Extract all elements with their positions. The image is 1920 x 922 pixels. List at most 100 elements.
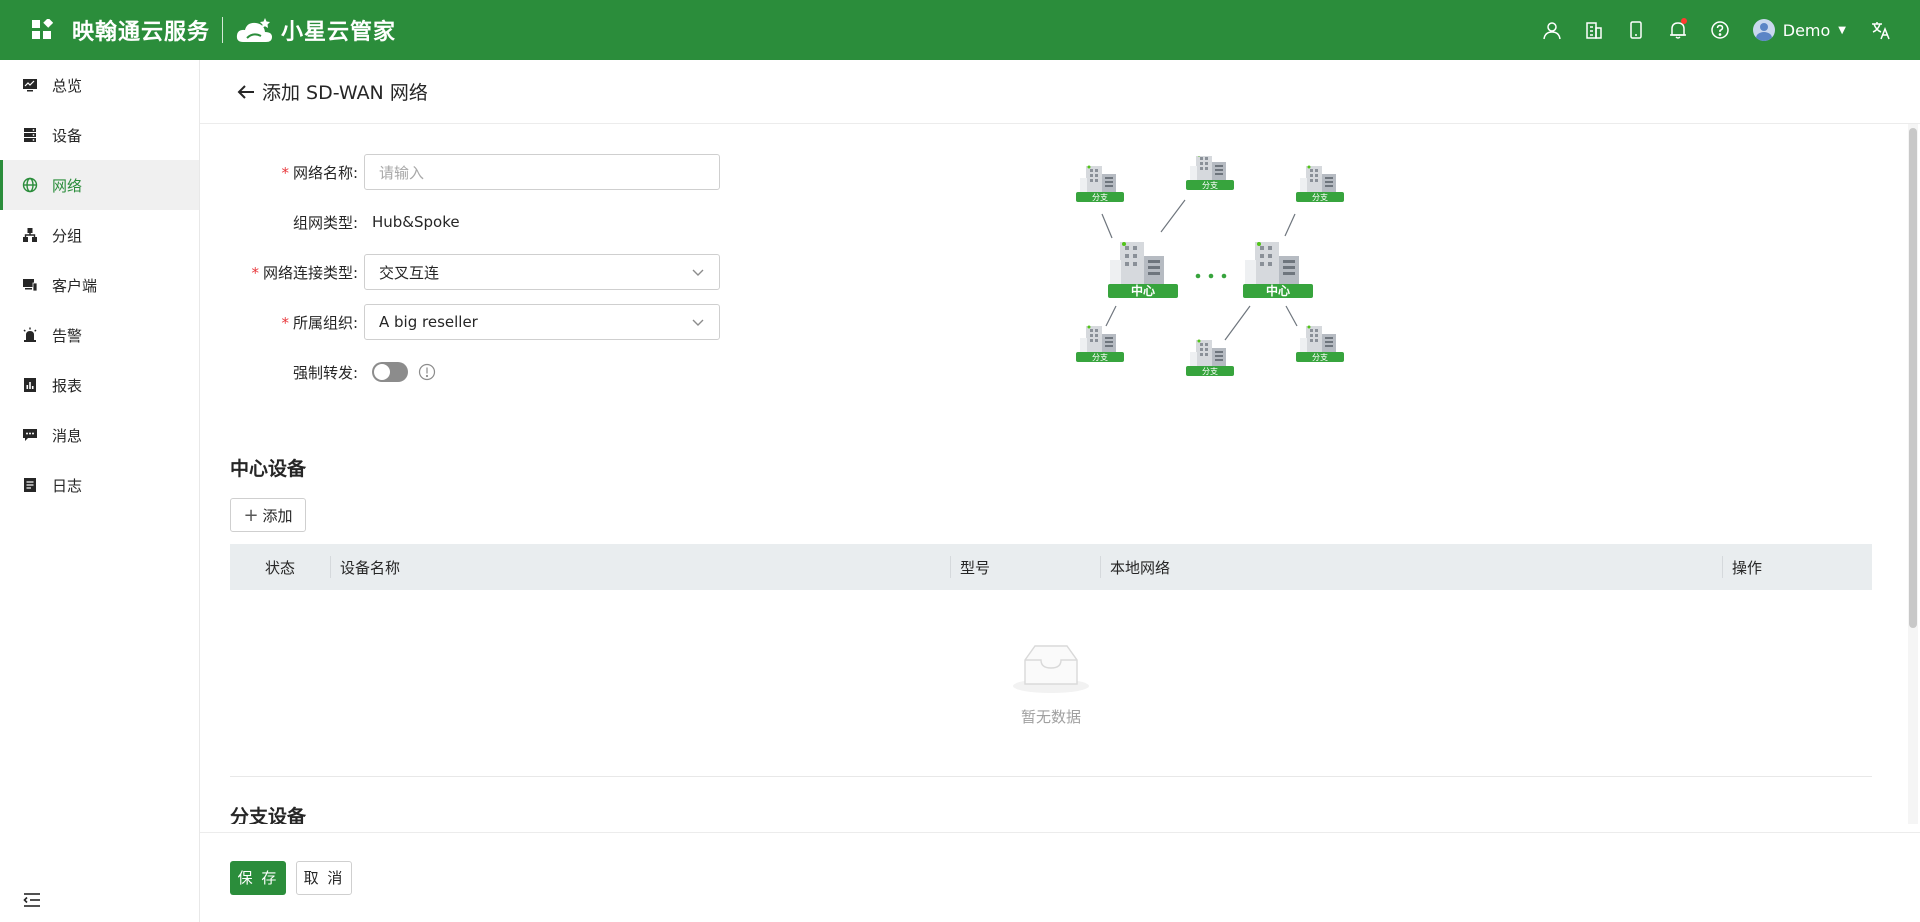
empty-state: 暂无数据 xyxy=(230,590,1872,776)
organization-label: * 所属组织: xyxy=(281,313,358,332)
sidebar-item-clients[interactable]: 客户端 xyxy=(0,260,199,310)
network-type-label: 组网类型: xyxy=(292,213,358,232)
branch-label: 分支 xyxy=(1092,192,1108,202)
user-menu[interactable]: Demo ▼ xyxy=(1752,19,1846,41)
required-mark: * xyxy=(281,163,289,182)
connection-type-select[interactable]: 交叉互连 xyxy=(364,254,720,290)
network-name-label: * 网络名称: xyxy=(281,163,358,182)
sidebar-item-messages[interactable]: 消息 xyxy=(0,410,199,460)
column-local-network: 本地网络 xyxy=(1100,544,1722,590)
sidebar-item-network[interactable]: 网络 xyxy=(0,160,199,210)
apps-grid-icon[interactable] xyxy=(22,0,62,60)
topology-diagram: 分支 分支 分支 分支 分支 分支 中心 中心 xyxy=(1060,153,1360,396)
hub-devices-table-header: 状态 设备名称 型号 本地网络 操作 xyxy=(230,544,1872,590)
sidebar-item-label: 客户端 xyxy=(52,276,98,295)
message-icon xyxy=(22,427,38,443)
brand-separator xyxy=(222,17,224,43)
cloud-logo-icon xyxy=(235,16,275,44)
help-icon[interactable] xyxy=(1699,0,1741,60)
monitor-icon xyxy=(22,77,38,93)
required-mark: * xyxy=(281,313,289,332)
translate-icon[interactable] xyxy=(1860,0,1902,60)
sidebar-item-reports[interactable]: 报表 xyxy=(0,360,199,410)
sidebar-item-label: 日志 xyxy=(52,476,83,495)
sidebar-item-label: 分组 xyxy=(52,226,83,245)
organization-row: * 所属组织: A big reseller xyxy=(200,304,720,340)
sidebar-item-label: 网络 xyxy=(52,176,83,195)
branch-label: 分支 xyxy=(1312,192,1328,202)
branch-label: 分支 xyxy=(1092,352,1108,362)
sidebar-item-groups[interactable]: 分组 xyxy=(0,210,199,260)
network-type-row: 组网类型: Hub&Spoke xyxy=(200,204,460,240)
form-footer: 保 存 取 消 xyxy=(200,832,1920,922)
chevron-down-icon xyxy=(691,265,705,279)
page-title: 添加 SD-WAN 网络 xyxy=(262,82,428,104)
globe-icon xyxy=(22,177,38,193)
sidebar-item-overview[interactable]: 总览 xyxy=(0,60,199,110)
devices-icon xyxy=(22,277,38,293)
add-hub-device-button[interactable]: + 添加 xyxy=(230,498,306,532)
mobile-icon[interactable] xyxy=(1615,0,1657,60)
main-content: 添加 SD-WAN 网络 * 网络名称: 请输入 组网类型: Hub&Spoke … xyxy=(200,60,1920,922)
notification-dot xyxy=(1680,18,1687,24)
top-bar: 映翰通云服务 小星云管家 Demo ▼ xyxy=(0,0,1920,60)
sidebar-item-logs[interactable]: 日志 xyxy=(0,460,199,510)
server-icon xyxy=(22,127,38,143)
form-scroll-area: * 网络名称: 请输入 组网类型: Hub&Spoke * 网络连接类型: 交叉互连… xyxy=(200,124,1900,824)
username: Demo xyxy=(1782,20,1831,40)
user-icon[interactable] xyxy=(1531,0,1573,60)
alarm-icon xyxy=(22,327,38,343)
branch-label: 分支 xyxy=(1202,366,1218,376)
page-header: 添加 SD-WAN 网络 xyxy=(200,60,1920,124)
branch-label: 分支 xyxy=(1312,352,1328,362)
report-icon xyxy=(22,377,38,393)
sidebar-item-label: 告警 xyxy=(52,326,83,345)
hub-label: 中心 xyxy=(1266,283,1290,298)
header-actions: Demo ▼ xyxy=(1531,0,1902,60)
branch-label: 分支 xyxy=(1202,180,1218,190)
section-divider xyxy=(230,776,1872,777)
connection-type-label: * 网络连接类型: xyxy=(251,263,358,282)
hub-devices-title: 中心设备 xyxy=(230,458,307,480)
product-name: 小星云管家 xyxy=(281,20,397,45)
sidebar-item-label: 报表 xyxy=(52,376,83,395)
add-label: 添加 xyxy=(262,506,293,525)
connection-type-value: 交叉互连 xyxy=(379,263,440,282)
column-model: 型号 xyxy=(950,544,1100,590)
caret-down-icon: ▼ xyxy=(1838,24,1846,36)
sidebar: 总览 设备 网络 分组 客户端 告警 报表 消息 日志 xyxy=(0,60,200,922)
vertical-scrollbar[interactable] xyxy=(1908,124,1918,824)
empty-text: 暂无数据 xyxy=(1020,707,1081,726)
network-name-input[interactable]: 请输入 xyxy=(364,154,720,190)
organization-value: A big reseller xyxy=(379,313,478,331)
cancel-button[interactable]: 取 消 xyxy=(296,860,352,895)
info-icon[interactable] xyxy=(418,363,436,381)
bell-icon[interactable] xyxy=(1657,0,1699,60)
column-device-name: 设备名称 xyxy=(330,544,950,590)
network-type-value: Hub&Spoke xyxy=(372,213,460,231)
force-forward-toggle[interactable] xyxy=(372,362,408,382)
branch-devices-title: 分支设备 xyxy=(230,806,307,824)
column-actions: 操作 xyxy=(1722,544,1872,590)
organization-icon[interactable] xyxy=(1573,0,1615,60)
plus-icon: + xyxy=(243,504,259,526)
avatar xyxy=(1752,19,1775,41)
sidebar-item-alerts[interactable]: 告警 xyxy=(0,310,199,360)
hub-label: 中心 xyxy=(1131,283,1155,298)
empty-inbox-icon xyxy=(1011,640,1091,698)
organization-select[interactable]: A big reseller xyxy=(364,304,720,340)
required-mark: * xyxy=(251,263,259,282)
save-button[interactable]: 保 存 xyxy=(230,860,286,895)
sidebar-item-label: 设备 xyxy=(52,126,83,145)
network-name-row: * 网络名称: 请输入 xyxy=(200,154,720,190)
column-status: 状态 xyxy=(264,558,295,577)
connection-type-row: * 网络连接类型: 交叉互连 xyxy=(200,254,720,290)
back-arrow-icon[interactable] xyxy=(236,82,256,102)
scrollbar-thumb[interactable] xyxy=(1909,128,1917,628)
force-forward-label: 强制转发: xyxy=(292,363,358,382)
brand-name: 映翰通云服务 xyxy=(72,20,211,45)
sidebar-item-devices[interactable]: 设备 xyxy=(0,110,199,160)
force-forward-row: 强制转发: xyxy=(200,354,436,390)
menu-collapse-icon[interactable] xyxy=(22,890,42,910)
hierarchy-icon xyxy=(22,227,38,243)
